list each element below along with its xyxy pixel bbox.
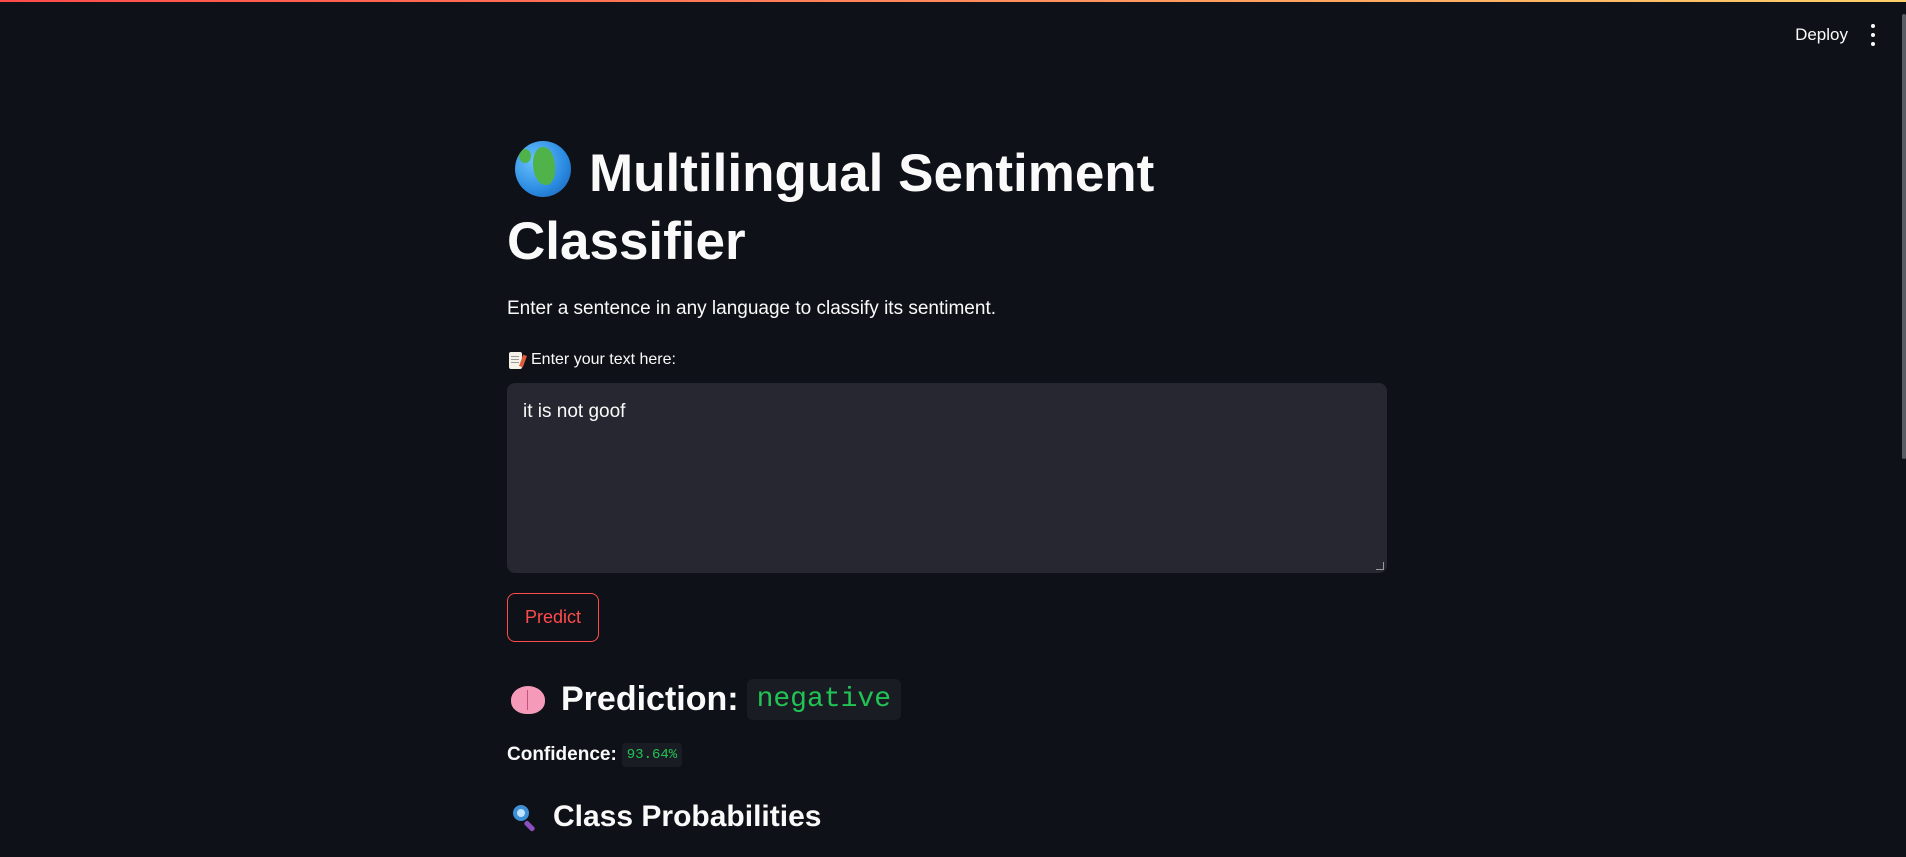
resize-handle-icon[interactable] (1376, 562, 1384, 570)
page-scrollbar[interactable] (1902, 14, 1906, 459)
confidence-label: Confidence: (507, 744, 617, 765)
memo-icon (509, 351, 522, 369)
prediction-label: Prediction: (561, 680, 739, 718)
class-probabilities-title: Class Probabilities (553, 800, 822, 833)
prediction-heading: Prediction: negative (511, 679, 901, 720)
confidence-row: Confidence: 93.64% (507, 743, 683, 767)
prediction-value: negative (746, 679, 901, 720)
input-label: Enter your text here: (509, 351, 676, 369)
globe-icon (515, 141, 571, 197)
search-icon (511, 803, 539, 831)
class-probabilities-heading: Class Probabilities (511, 800, 821, 834)
text-input[interactable]: it is not goof (507, 383, 1387, 573)
text-input-container: it is not goof (507, 383, 1387, 573)
page-subtitle: Enter a sentence in any language to clas… (507, 298, 996, 319)
confidence-value: 93.64% (621, 743, 683, 767)
menu-dot (1871, 24, 1875, 28)
menu-dot (1871, 42, 1875, 46)
input-label-text: Enter your text here: (531, 351, 676, 368)
menu-dot (1871, 33, 1875, 37)
page-title-text: Multilingual Sentiment Classifier (507, 144, 1155, 271)
predict-button[interactable]: Predict (507, 593, 599, 642)
kebab-menu-icon[interactable] (1868, 24, 1878, 46)
page-title: Multilingual Sentiment Classifier (507, 140, 1327, 276)
brain-icon (511, 685, 545, 714)
deploy-button[interactable]: Deploy (1795, 25, 1848, 45)
app-header: Deploy (0, 0, 1906, 72)
